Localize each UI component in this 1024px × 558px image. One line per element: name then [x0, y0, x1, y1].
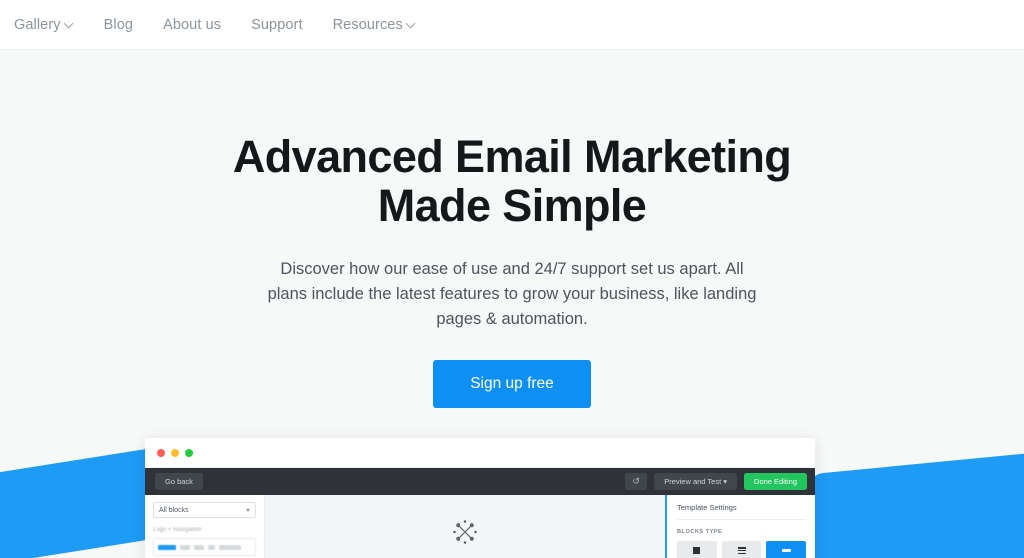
block-preview-chip [194, 544, 204, 550]
block-preview-chip [208, 544, 215, 550]
drag-handle-icon [453, 519, 477, 544]
hero-subtitle: Discover how our ease of use and 24/7 su… [267, 260, 757, 328]
image-block-icon [693, 547, 701, 554]
block-preview-chip [219, 544, 241, 550]
nav-item-blog[interactable]: Blog [104, 17, 149, 33]
nav-item-label: Gallery [14, 16, 61, 33]
cta-container: Sign up free [0, 360, 1024, 409]
block-preview-chip [180, 544, 190, 550]
text-block-icon [737, 547, 746, 554]
app-screenshot-mockup: Go back ↺ Preview and Test ▾ Done Editin… [145, 438, 815, 558]
done-editing-button[interactable]: Done Editing [744, 472, 807, 491]
page-title: Advanced Email Marketing Made Simple [0, 132, 1024, 230]
block-type-image-button[interactable] [677, 541, 717, 558]
chevron-down-icon [246, 508, 250, 512]
blocks-type-row [677, 541, 807, 558]
panel-title: Template Settings [677, 503, 806, 520]
window-close-dot [157, 448, 165, 457]
preview-and-test-label: Preview and Test [664, 476, 722, 486]
editor-toolbar: Go back ↺ Preview and Test ▾ Done Editin… [145, 468, 815, 495]
go-back-button[interactable]: Go back [155, 472, 203, 491]
mockup-titlebar [145, 438, 815, 468]
template-settings-panel: Template Settings BLOCKS TYPE [665, 495, 815, 558]
decorative-shape-right [805, 445, 1024, 558]
block-type-text-button[interactable] [721, 541, 762, 558]
block-type-button-button[interactable] [766, 541, 807, 558]
editor-canvas[interactable] [265, 495, 665, 558]
all-blocks-select[interactable]: All blocks [153, 502, 256, 518]
window-minimize-dot [171, 448, 179, 457]
undo-icon[interactable]: ↺ [625, 473, 648, 490]
chevron-down-icon [65, 19, 74, 28]
block-preview-logo [158, 544, 176, 550]
nav-item-resources[interactable]: Resources [333, 17, 432, 33]
window-maximize-dot [185, 448, 193, 457]
preview-and-test-dropdown[interactable]: Preview and Test ▾ [654, 472, 738, 491]
editor-sidebar: All blocks Logo + Navigation [145, 495, 265, 558]
nav-item-label: About us [163, 16, 222, 33]
nav-item-gallery[interactable]: Gallery [14, 17, 90, 33]
button-block-icon [781, 548, 791, 553]
nav-item-label: Support [251, 16, 303, 33]
sign-up-free-button[interactable]: Sign up free [433, 360, 591, 409]
site-header: Gallery Blog About us Support Resources [0, 0, 1024, 50]
chevron-down-icon [407, 19, 416, 28]
hero-section: Advanced Email Marketing Made Simple Dis… [0, 50, 1024, 409]
sidebar-group-label: Logo + Navigation [153, 527, 202, 533]
main-navigation: Gallery Blog About us Support Resources [0, 0, 1024, 49]
editor-body: All blocks Logo + Navigation Template Se… [145, 495, 815, 558]
hero-title-line-2: Made Simple [377, 180, 647, 232]
hero-title-line-1: Advanced Email Marketing [232, 131, 792, 182]
block-preview-card[interactable] [153, 538, 256, 556]
nav-item-label: Resources [332, 16, 403, 33]
nav-item-label: Blog [103, 16, 134, 33]
blocks-type-label: BLOCKS TYPE [677, 529, 723, 535]
nav-item-support[interactable]: Support [251, 17, 319, 33]
chevron-down-icon: ▾ [723, 476, 728, 486]
all-blocks-select-value: All blocks [159, 506, 189, 514]
nav-item-about-us[interactable]: About us [163, 17, 237, 33]
